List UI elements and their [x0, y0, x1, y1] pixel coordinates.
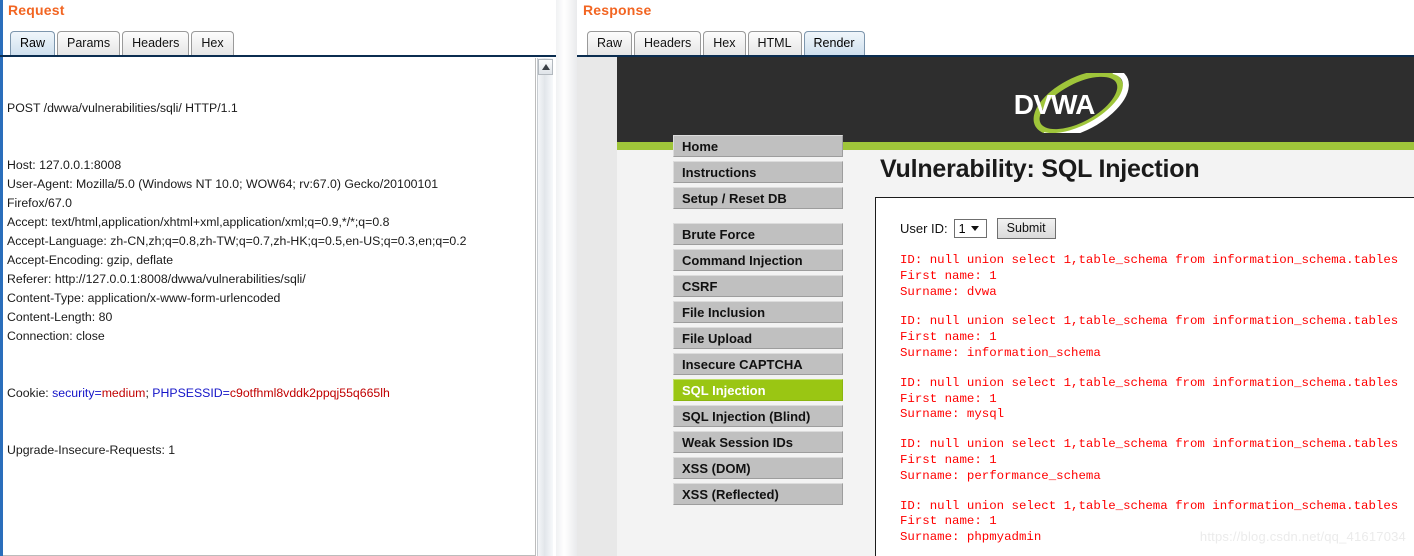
response-tab-strip[interactable]: Raw Headers Hex HTML Render — [587, 31, 867, 55]
chevron-down-icon — [970, 226, 979, 231]
dvwa-sidebar-nav[interactable]: Home Instructions Setup / Reset DB Brute Fo… — [673, 135, 843, 509]
sidebar-item-sql-injection[interactable]: SQL Injection — [673, 379, 843, 401]
result-surname: Surname: phpmyadmin — [900, 530, 1042, 545]
sidebar-item-xss-reflected[interactable]: XSS (Reflected) — [673, 483, 843, 505]
sidebar-item-csrf[interactable]: CSRF — [673, 275, 843, 297]
result-first-name: First name: 1 — [900, 452, 997, 467]
sidebar-item-xss-dom[interactable]: XSS (DOM) — [673, 457, 843, 479]
result-first-name: First name: 1 — [900, 268, 997, 283]
result-id: ID: null union select 1,table_schema fro… — [900, 498, 1399, 513]
pane-splitter[interactable] — [556, 0, 1122, 556]
request-panel-title: Request — [8, 2, 65, 18]
user-id-select[interactable]: 1 — [953, 219, 987, 238]
response-tab-hex[interactable]: Hex — [703, 31, 746, 55]
sidebar-item-setup-reset-db[interactable]: Setup / Reset DB — [673, 187, 843, 209]
response-tab-render[interactable]: Render — [803, 31, 865, 55]
sidebar-item-file-upload[interactable]: File Upload — [673, 327, 843, 349]
result-id: ID: null union select 1,table_schema fro… — [900, 253, 1399, 267]
result-surname: Surname: performance_schema — [900, 468, 1101, 483]
user-id-select-value: 1 — [958, 221, 966, 236]
cookie-label: Cookie: — [7, 386, 53, 400]
svg-text:DVWA: DVWA — [1014, 89, 1095, 120]
result-row: ID: null union select 1,table_schema fro… — [900, 437, 1414, 484]
cookie-equals: = — [94, 386, 102, 400]
result-row: ID: null union select 1,table_schema fro… — [900, 499, 1414, 546]
request-header-line: Content-Length: 80 — [7, 310, 113, 324]
result-row: ID: null union select 1,table_schema fro… — [900, 314, 1414, 361]
request-tab-headers[interactable]: Headers — [122, 31, 190, 55]
response-render-panel: DVWA Home Instructions Setup / Reset DB Bru… — [577, 57, 1414, 556]
cookie-value: medium — [101, 386, 146, 400]
result-id: ID: null union select 1,table_schema fro… — [900, 437, 1399, 452]
result-first-name: First name: 1 — [900, 330, 997, 345]
user-id-label: User ID: — [900, 221, 948, 236]
burp-suite-request-response-view: Request Raw Params Headers Hex POST /dwwa/v… — [0, 0, 1414, 556]
cookie-name: security — [52, 386, 95, 400]
cookie-equals: = — [222, 386, 230, 400]
dvwa-logo: DVWA — [1014, 73, 1129, 133]
request-header-line: Content-Type: application/x-www-form-url… — [7, 291, 281, 305]
request-tab-hex[interactable]: Hex — [191, 31, 234, 55]
request-panel: Request Raw Params Headers Hex POST /dwwa/v… — [0, 0, 1091, 556]
request-tab-params[interactable]: Params — [57, 31, 121, 55]
request-raw-text[interactable]: POST /dwwa/vulnerabilities/sqli/ HTTP/1.… — [3, 58, 536, 556]
request-header-line: Accept: text/html,application/xhtml+xml,… — [7, 215, 390, 229]
request-tab-underline — [0, 55, 556, 57]
request-header-line: Referer: http://127.0.0.1:8008/dwwa/vuln… — [7, 272, 306, 286]
request-tab-raw[interactable]: Raw — [10, 31, 56, 55]
page-title: Vulnerability: SQL Injection — [880, 155, 1200, 183]
sidebar-item-insecure-captcha[interactable]: Insecure CAPTCHA — [673, 353, 843, 375]
sidebar-item-file-inclusion[interactable]: File Inclusion — [673, 301, 843, 323]
cookie-value: c9otfhml8vddk2ppqj55q665lh — [229, 386, 390, 400]
sidebar-item-home[interactable]: Home — [673, 135, 843, 157]
result-id: ID: null union select 1,table_schema fro… — [900, 314, 1399, 329]
result-surname: Surname: mysql — [900, 407, 1005, 422]
request-header-line: Accept-Encoding: gzip, deflate — [7, 253, 174, 267]
request-vertical-scrollbar[interactable] — [537, 58, 1091, 556]
response-panel-title: Response — [583, 2, 652, 18]
upgrade-insecure-requests-header: Upgrade-Insecure-Requests: 1 — [7, 443, 176, 457]
page-left-gutter — [577, 57, 617, 556]
vulnerability-panel: User ID: 1 Submit ID: null union select … — [875, 197, 1414, 556]
sql-injection-results: ID: null union select 1,table_schema fro… — [900, 253, 1414, 546]
dvwa-page: DVWA Home Instructions Setup / Reset DB Bru… — [617, 57, 1414, 556]
request-line: POST /dwwa/vulnerabilities/sqli/ HTTP/1.… — [7, 101, 238, 115]
request-header-line: Connection: close — [7, 329, 105, 343]
response-tab-html[interactable]: HTML — [747, 31, 802, 55]
sidebar-item-command-injection[interactable]: Command Injection — [673, 249, 843, 271]
dvwa-main-content: Vulnerability: SQL Injection User ID: 1 … — [875, 155, 1414, 556]
scroll-up-arrow-icon[interactable] — [538, 59, 553, 75]
sidebar-item-sql-injection-blind[interactable]: SQL Injection (Blind) — [673, 405, 843, 427]
result-first-name: First name: 1 — [900, 391, 997, 406]
response-tab-raw[interactable]: Raw — [587, 31, 633, 55]
request-tab-strip[interactable]: Raw Params Headers Hex — [10, 31, 236, 55]
user-id-form: User ID: 1 Submit — [900, 218, 1414, 239]
result-surname: Surname: information_schema — [900, 345, 1101, 360]
sidebar-group-divider — [673, 213, 843, 223]
result-id: ID: null union select 1,table_schema fro… — [900, 375, 1399, 390]
request-headers-list: Host: 127.0.0.1:8008 User-Agent: Mozilla/… — [7, 156, 535, 346]
request-header-line: Firefox/67.0 — [7, 196, 72, 210]
cookie-name: PHPSESSID — [152, 386, 223, 400]
result-row: ID: null union select 1,table_schema fro… — [900, 376, 1414, 423]
result-first-name: First name: 1 — [900, 514, 997, 529]
request-header-line: Accept-Language: zh-CN,zh;q=0.8,zh-TW;q=… — [7, 234, 467, 248]
sidebar-item-weak-session-ids[interactable]: Weak Session IDs — [673, 431, 843, 453]
result-surname: Surname: dvwa — [900, 284, 997, 299]
sidebar-item-brute-force[interactable]: Brute Force — [673, 223, 843, 245]
sidebar-item-instructions[interactable]: Instructions — [673, 161, 843, 183]
dvwa-header-bar: DVWA — [617, 57, 1414, 142]
result-row: ID: null union select 1,table_schema fro… — [900, 253, 1414, 300]
request-header-line: User-Agent: Mozilla/5.0 (Windows NT 10.0… — [7, 177, 439, 191]
cookie-header: Cookie: security=medium; PHPSESSID=c9otf… — [7, 384, 535, 403]
response-tab-headers[interactable]: Headers — [634, 31, 702, 55]
request-header-line: Host: 127.0.0.1:8008 — [7, 158, 122, 172]
cookie-parts: security=medium; PHPSESSID=c9otfhml8vddk… — [52, 386, 390, 400]
submit-button[interactable]: Submit — [996, 218, 1056, 239]
